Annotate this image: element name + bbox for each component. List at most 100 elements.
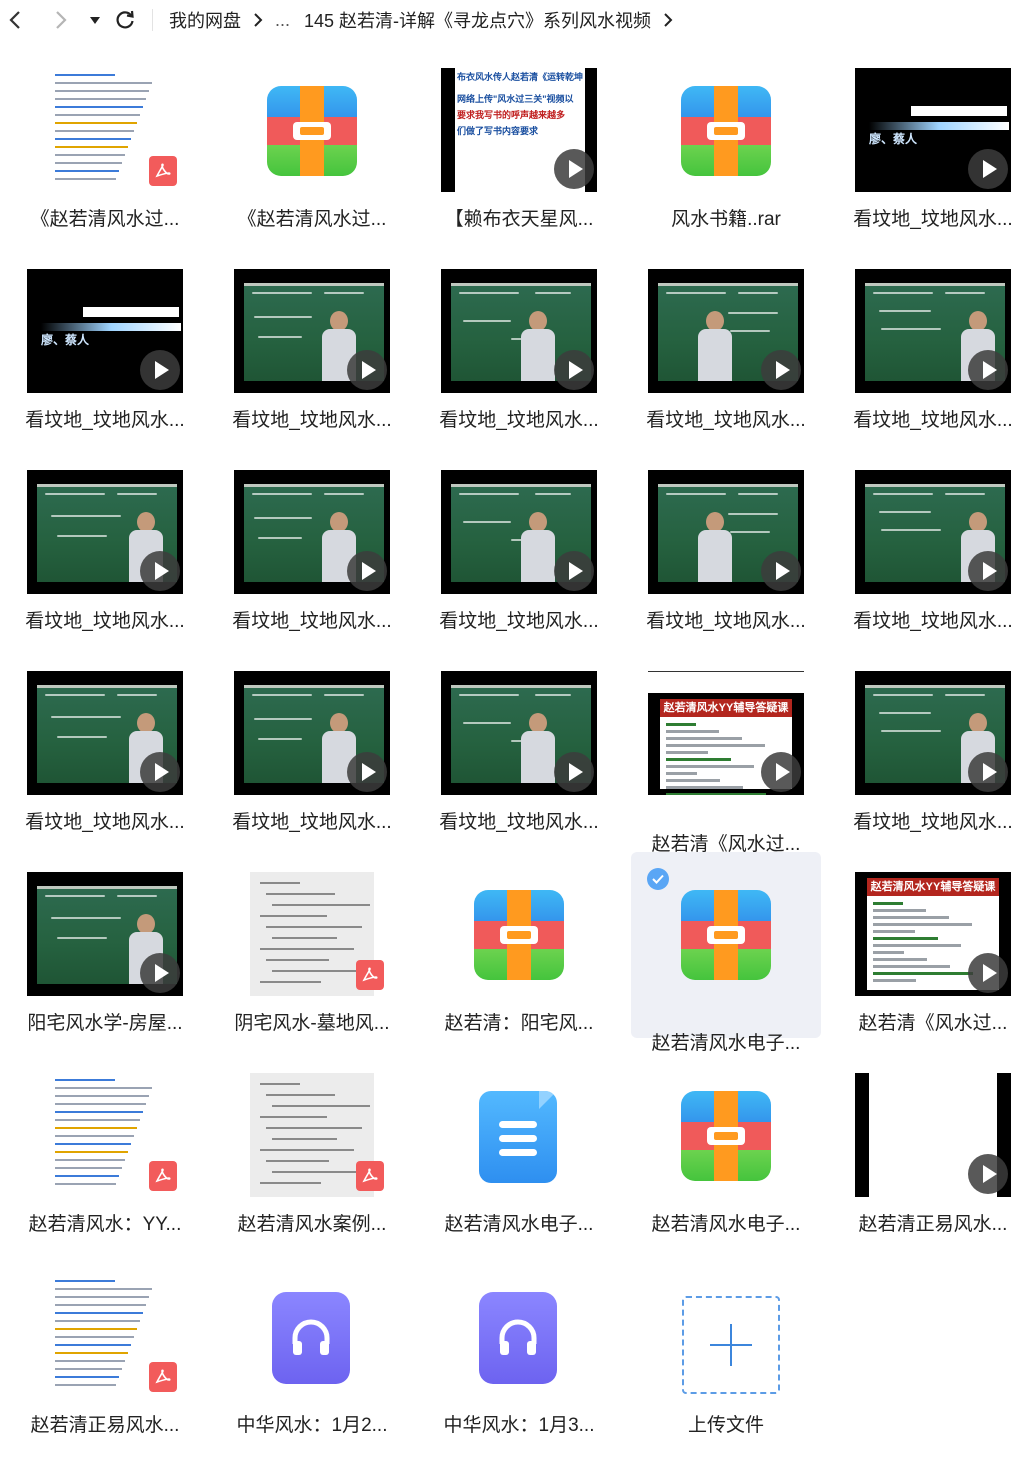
video-thumbnail bbox=[441, 671, 597, 795]
file-item[interactable]: 赵若清正易风水... bbox=[838, 1053, 1028, 1239]
play-icon[interactable] bbox=[968, 953, 1008, 993]
breadcrumb-chevron-icon[interactable] bbox=[663, 12, 673, 28]
breadcrumb-root[interactable]: 我的网盘 bbox=[169, 7, 241, 33]
file-name: 看坟地_坟地风水... bbox=[646, 611, 806, 632]
file-item[interactable]: 看坟地_坟地风水... bbox=[838, 651, 1028, 837]
file-thumbnail bbox=[441, 671, 597, 795]
play-icon[interactable] bbox=[347, 551, 387, 591]
file-item[interactable]: 赵若清风水案例... bbox=[217, 1053, 407, 1239]
file-name: 赵若清风水电子... bbox=[651, 1033, 801, 1054]
file-name: 赵若清正易风水... bbox=[30, 1415, 180, 1436]
play-icon[interactable] bbox=[554, 752, 594, 792]
file-thumbnail: 廖、蔡人 bbox=[27, 269, 183, 393]
file-thumbnail bbox=[27, 68, 183, 192]
refresh-button[interactable] bbox=[112, 7, 138, 33]
file-thumbnail bbox=[855, 671, 1011, 795]
file-item[interactable]: 中华风水：1月2... bbox=[217, 1254, 407, 1440]
file-item[interactable]: 看坟地_坟地风水... bbox=[10, 450, 200, 636]
file-name: 看坟地_坟地风水... bbox=[232, 410, 392, 431]
breadcrumb-ellipsis[interactable]: ... bbox=[275, 10, 290, 31]
video-thumbnail bbox=[648, 470, 804, 594]
file-item[interactable]: 布衣风水传人赵若清《运转乾坤 网络上传"风水过三关"视频以 要求我写书的呼声越来越多… bbox=[424, 48, 614, 234]
file-item[interactable]: 赵若清风水：YY... bbox=[10, 1053, 200, 1239]
file-name: 看坟地_坟地风水... bbox=[853, 209, 1013, 230]
forward-button[interactable] bbox=[48, 7, 74, 33]
play-icon[interactable] bbox=[761, 752, 801, 792]
file-name: 赵若清风水电子... bbox=[651, 1214, 801, 1235]
file-thumbnail: 布衣风水传人赵若清《运转乾坤 网络上传"风水过三关"视频以 要求我写书的呼声越来越多… bbox=[441, 68, 597, 192]
play-icon[interactable] bbox=[554, 551, 594, 591]
video-thumbnail: 廖、蔡人 bbox=[855, 68, 1011, 192]
checkmark-icon[interactable] bbox=[647, 868, 669, 890]
audio-icon bbox=[272, 1292, 350, 1384]
file-item[interactable]: 看坟地_坟地风水... bbox=[838, 249, 1028, 435]
play-icon[interactable] bbox=[554, 149, 594, 189]
pdf-badge-icon bbox=[149, 156, 177, 186]
plus-icon[interactable] bbox=[682, 1296, 780, 1394]
file-item[interactable]: 看坟地_坟地风水... bbox=[217, 651, 407, 837]
history-dropdown-button[interactable] bbox=[82, 7, 108, 33]
file-name: 风水书籍..rar bbox=[671, 209, 781, 230]
file-item[interactable]: 看坟地_坟地风水... bbox=[424, 450, 614, 636]
file-item[interactable]: 赵若清风水电子... bbox=[631, 1053, 821, 1239]
file-item[interactable]: 赵若清风水YY辅导答疑课 赵若清《风水过... bbox=[631, 651, 821, 855]
file-name: 看坟地_坟地风水... bbox=[232, 812, 392, 833]
play-icon[interactable] bbox=[140, 953, 180, 993]
file-item[interactable]: 风水书籍..rar bbox=[631, 48, 821, 234]
archive-icon bbox=[474, 890, 564, 980]
file-item[interactable]: 看坟地_坟地风水... bbox=[10, 651, 200, 837]
play-icon[interactable] bbox=[968, 149, 1008, 189]
file-thumbnail: 赵若清风水YY辅导答疑课 bbox=[855, 872, 1011, 996]
video-thumbnail bbox=[27, 872, 183, 996]
file-item[interactable]: 看坟地_坟地风水... bbox=[631, 450, 821, 636]
file-item[interactable]: 看坟地_坟地风水... bbox=[217, 249, 407, 435]
file-item[interactable]: 赵若清正易风水... bbox=[10, 1254, 200, 1440]
file-item[interactable]: 赵若清：阳宅风... bbox=[424, 852, 614, 1038]
file-thumbnail: 廖、蔡人 bbox=[855, 68, 1011, 192]
file-thumbnail bbox=[27, 1073, 183, 1197]
pdf-badge-icon bbox=[356, 1161, 384, 1191]
file-name: 《赵若清风水过... bbox=[237, 209, 387, 230]
play-icon[interactable] bbox=[140, 350, 180, 390]
video-thumbnail bbox=[648, 269, 804, 393]
file-item[interactable]: 看坟地_坟地风水... bbox=[838, 450, 1028, 636]
play-icon[interactable] bbox=[968, 350, 1008, 390]
file-item[interactable]: 阳宅风水学-房屋... bbox=[10, 852, 200, 1038]
file-item[interactable]: 看坟地_坟地风水... bbox=[217, 450, 407, 636]
file-item[interactable]: 廖、蔡人 看坟地_坟地风水... bbox=[10, 249, 200, 435]
play-icon[interactable] bbox=[140, 752, 180, 792]
file-item[interactable]: 赵若清风水YY辅导答疑课赵若清《风水过... bbox=[838, 852, 1028, 1038]
file-item[interactable]: 赵若清风水电子... bbox=[424, 1053, 614, 1239]
file-item[interactable]: 阴宅风水-墓地风... bbox=[217, 852, 407, 1038]
overlay-line: 要求我写书的呼声越来越多 bbox=[457, 110, 566, 120]
archive-icon bbox=[681, 1091, 771, 1181]
file-thumbnail bbox=[441, 470, 597, 594]
play-icon[interactable] bbox=[140, 551, 180, 591]
file-item[interactable]: 《赵若清风水过... bbox=[10, 48, 200, 234]
file-item[interactable]: 中华风水：1月3... bbox=[424, 1254, 614, 1440]
navigation-bar: 我的网盘 ... 145 赵若清-详解《寻龙点穴》系列风水视频 bbox=[0, 0, 1035, 40]
breadcrumb-current[interactable]: 145 赵若清-详解《寻龙点穴》系列风水视频 bbox=[304, 7, 651, 33]
video-thumbnail bbox=[27, 671, 183, 795]
play-icon[interactable] bbox=[761, 551, 801, 591]
file-item[interactable]: 《赵若清风水过... bbox=[217, 48, 407, 234]
upload-tile[interactable]: 上传文件 bbox=[631, 1254, 821, 1440]
file-item[interactable]: 看坟地_坟地风水... bbox=[631, 249, 821, 435]
file-thumbnail bbox=[648, 68, 804, 192]
play-icon[interactable] bbox=[554, 350, 594, 390]
file-name: 看坟地_坟地风水... bbox=[853, 410, 1013, 431]
play-icon[interactable] bbox=[968, 752, 1008, 792]
file-item[interactable]: 廖、蔡人看坟地_坟地风水... bbox=[838, 48, 1028, 234]
back-button[interactable] bbox=[2, 7, 28, 33]
play-icon[interactable] bbox=[761, 350, 801, 390]
file-thumbnail bbox=[441, 1274, 597, 1398]
video-thumbnail bbox=[855, 470, 1011, 594]
file-item[interactable]: 看坟地_坟地风水... bbox=[424, 249, 614, 435]
play-icon[interactable] bbox=[347, 350, 387, 390]
file-item[interactable]: 看坟地_坟地风水... bbox=[424, 651, 614, 837]
play-icon[interactable] bbox=[968, 1154, 1008, 1194]
play-icon[interactable] bbox=[968, 551, 1008, 591]
file-item[interactable]: 赵若清风水电子... bbox=[631, 852, 821, 1054]
file-name: 赵若清《风水过... bbox=[858, 1013, 1008, 1034]
play-icon[interactable] bbox=[347, 752, 387, 792]
